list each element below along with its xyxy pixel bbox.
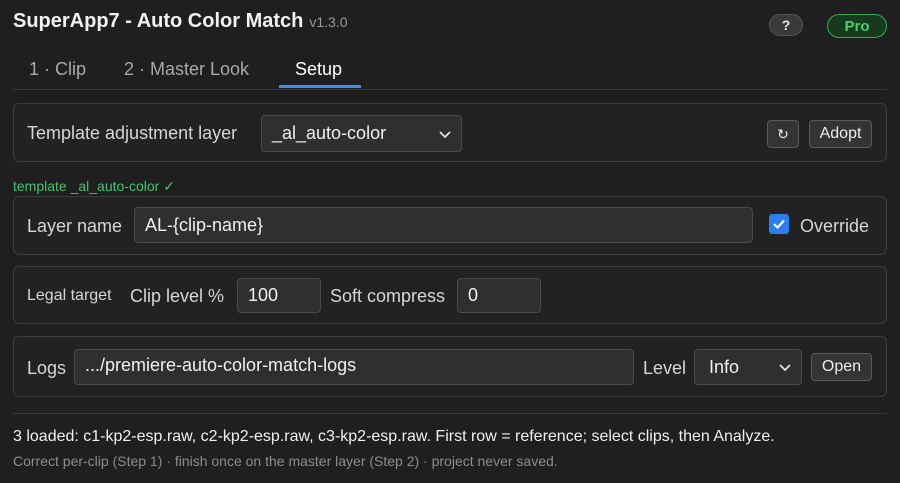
- layer-name-input[interactable]: AL-{clip-name}: [134, 207, 753, 243]
- active-tab-indicator: [279, 85, 361, 88]
- layer-name-label: Layer name: [27, 216, 123, 236]
- legal-target-panel: Legal target Clip level % 100 Soft compr…: [13, 266, 887, 324]
- override-label: Override: [800, 216, 870, 236]
- layer-name-panel: Layer name AL-{clip-name} Override: [13, 196, 887, 255]
- tab-master-look[interactable]: 2 · Master Look: [124, 50, 249, 88]
- chevron-down-icon: [779, 364, 791, 372]
- logs-panel: Logs .../premiere-auto-color-match-logs …: [13, 336, 887, 397]
- soft-compress-input[interactable]: 0: [457, 278, 541, 313]
- adopt-button[interactable]: Adopt: [809, 120, 872, 148]
- template-select[interactable]: _al_auto-color: [261, 115, 462, 152]
- open-logs-button[interactable]: Open: [811, 353, 872, 381]
- soft-compress-label: Soft compress: [330, 286, 446, 306]
- override-checkbox[interactable]: [769, 214, 789, 234]
- workflow-hint: Correct per-clip (Step 1) · finish once …: [13, 453, 558, 469]
- clip-level-label: Clip level %: [130, 286, 225, 306]
- template-panel: Template adjustment layer _al_auto-color…: [13, 103, 887, 162]
- level-label: Level: [643, 358, 687, 378]
- load-status: 3 loaded: c1-kp2-esp.raw, c2-kp2-esp.raw…: [13, 428, 775, 445]
- tab-bar: 1 · Clip 2 · Master Look Setup: [0, 50, 900, 90]
- level-select-value: Info: [709, 356, 740, 377]
- logs-path-input[interactable]: .../premiere-auto-color-match-logs: [74, 349, 634, 385]
- refresh-icon: ↻: [777, 125, 789, 142]
- pro-badge[interactable]: Pro: [827, 14, 887, 38]
- divider: [13, 413, 887, 414]
- version-label: v1.3.0: [309, 14, 348, 30]
- divider: [13, 89, 887, 90]
- refresh-button[interactable]: ↻: [767, 120, 799, 148]
- app-title: SuperApp7 - Auto Color Match: [13, 10, 304, 32]
- chevron-down-icon: [439, 130, 451, 138]
- tab-setup[interactable]: Setup: [295, 50, 342, 88]
- template-status: template _al_auto-color ✓: [13, 178, 175, 194]
- template-select-value: _al_auto-color: [272, 123, 387, 143]
- logs-label: Logs: [27, 358, 67, 378]
- checkmark-icon: [773, 219, 785, 230]
- title-bar: SuperApp7 - Auto Color Match v1.3.0: [13, 10, 348, 36]
- level-select[interactable]: Info: [694, 349, 802, 385]
- tab-clip[interactable]: 1 · Clip: [29, 50, 86, 88]
- legal-target-label: Legal target: [27, 287, 112, 304]
- template-label: Template adjustment layer: [27, 123, 238, 143]
- help-button[interactable]: ?: [769, 14, 803, 36]
- clip-level-input[interactable]: 100: [237, 278, 321, 313]
